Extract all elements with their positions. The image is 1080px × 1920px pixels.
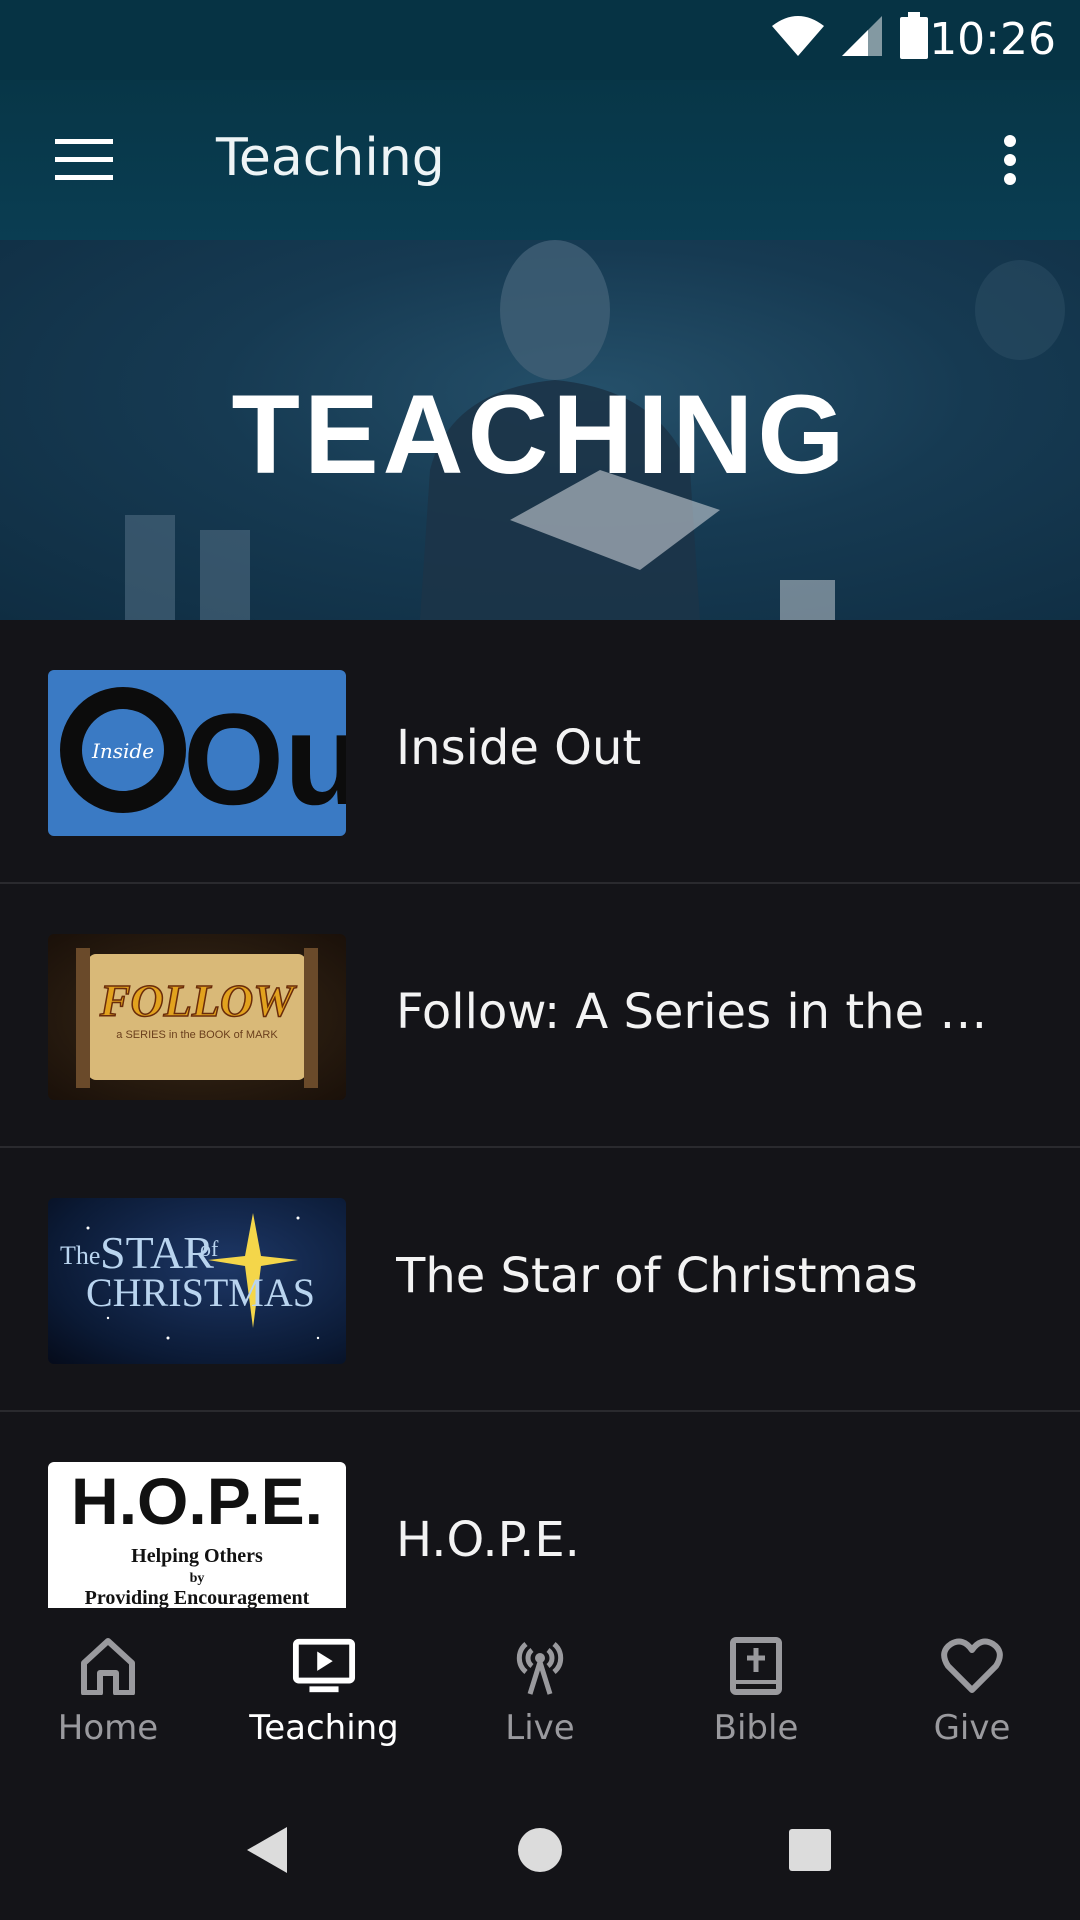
series-thumbnail: Inside Out bbox=[48, 670, 346, 836]
system-navigation-bar bbox=[0, 1780, 1080, 1920]
hamburger-menu-icon bbox=[55, 139, 113, 180]
heart-icon bbox=[940, 1634, 1004, 1698]
series-thumbnail: H.O.P.E. Helping Others by Providing Enc… bbox=[48, 1462, 346, 1608]
status-time: 10:26 bbox=[929, 14, 1056, 65]
nav-live[interactable]: Live bbox=[432, 1610, 648, 1780]
more-vert-icon bbox=[1004, 135, 1016, 185]
thumb-text-main: H.O.P.E. bbox=[71, 1464, 323, 1538]
tv-play-icon bbox=[292, 1634, 356, 1698]
nav-label: Live bbox=[505, 1708, 575, 1748]
thumb-line1: Helping Others bbox=[131, 1545, 263, 1567]
back-button[interactable] bbox=[236, 1820, 296, 1880]
thumb-text-main: Out bbox=[183, 686, 346, 832]
series-title: Inside Out bbox=[396, 720, 642, 776]
back-triangle-icon bbox=[247, 1827, 287, 1873]
nav-label: Home bbox=[57, 1708, 159, 1748]
status-icons bbox=[770, 11, 930, 65]
page-title: Teaching bbox=[216, 128, 445, 188]
hero-title: TEACHING bbox=[231, 372, 849, 497]
thumb-text-c: of bbox=[200, 1236, 219, 1261]
series-thumbnail: The STAR of CHRISTMAS bbox=[48, 1198, 346, 1364]
bottom-navigation: Home Teaching Live Bible Give bbox=[0, 1610, 1080, 1780]
nav-label: Give bbox=[933, 1708, 1011, 1748]
nav-give[interactable]: Give bbox=[864, 1610, 1080, 1780]
menu-button[interactable] bbox=[44, 120, 124, 200]
series-thumbnail: FOLLOW a SERIES in the BOOK of MARK bbox=[48, 934, 346, 1100]
thumb-text-small: Inside bbox=[91, 739, 154, 763]
thumb-text-a: The bbox=[60, 1241, 100, 1270]
app-bar: Teaching bbox=[0, 80, 1080, 240]
thumb-text-d: CHRISTMAS bbox=[86, 1270, 315, 1315]
status-bar: 10:26 bbox=[0, 0, 1080, 80]
thumb-text-small: a SERIES in the BOOK of MARK bbox=[116, 1029, 278, 1041]
list-item[interactable]: Inside Out Inside Out bbox=[0, 620, 1080, 884]
list-item[interactable]: FOLLOW a SERIES in the BOOK of MARK Foll… bbox=[0, 884, 1080, 1148]
recents-square-icon bbox=[789, 1829, 831, 1871]
list-item[interactable]: The STAR of CHRISTMAS The Star of Christ… bbox=[0, 1148, 1080, 1412]
nav-teaching[interactable]: Teaching bbox=[216, 1610, 432, 1780]
series-list[interactable]: Inside Out Inside Out FOLLOW a SERIES in… bbox=[0, 620, 1080, 1610]
series-title: H.O.P.E. bbox=[396, 1512, 580, 1568]
series-title: Follow: A Series in the Bo… bbox=[396, 984, 1016, 1040]
battery-icon bbox=[898, 11, 930, 65]
nav-label: Teaching bbox=[249, 1708, 399, 1748]
thumb-text-main: FOLLOW bbox=[99, 975, 297, 1026]
signal-icon bbox=[840, 14, 884, 63]
nav-bible[interactable]: Bible bbox=[648, 1610, 864, 1780]
wifi-icon bbox=[770, 14, 826, 63]
home-system-button[interactable] bbox=[510, 1820, 570, 1880]
series-title: The Star of Christmas bbox=[396, 1248, 918, 1304]
list-item[interactable]: H.O.P.E. Helping Others by Providing Enc… bbox=[0, 1412, 1080, 1610]
nav-label: Bible bbox=[713, 1708, 799, 1748]
overflow-menu-button[interactable] bbox=[980, 120, 1040, 200]
thumb-line3: Providing Encouragement bbox=[85, 1587, 310, 1608]
hero-banner: TEACHING bbox=[0, 240, 1080, 620]
broadcast-icon bbox=[508, 1634, 572, 1698]
nav-home[interactable]: Home bbox=[0, 1610, 216, 1780]
recents-button[interactable] bbox=[780, 1820, 840, 1880]
thumb-line2: by bbox=[190, 1571, 205, 1586]
home-circle-icon bbox=[518, 1828, 562, 1872]
home-icon bbox=[76, 1634, 140, 1698]
bible-icon bbox=[724, 1634, 788, 1698]
